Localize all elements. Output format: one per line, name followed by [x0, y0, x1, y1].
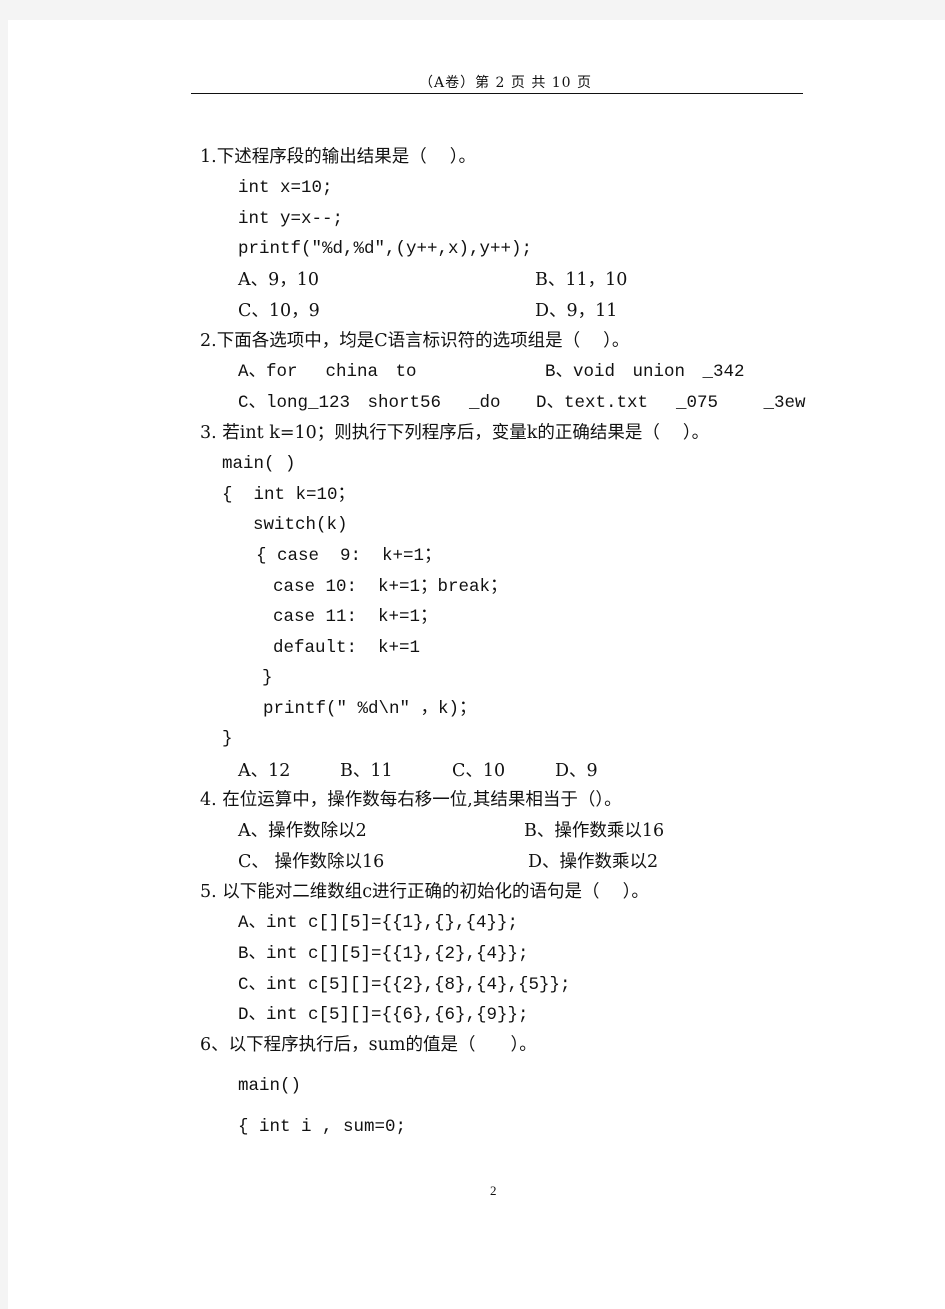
question-1-code-line: printf("%d,%d",(y++,x),y++); [238, 239, 533, 259]
question-3-option-c: C、10 [452, 761, 506, 781]
question-2-option-c: C、long_123 short56 _do [238, 393, 501, 413]
question-5-option-d: D、int c[5][]={{6},{6},{9}}; [238, 1005, 529, 1025]
question-3-code-line: { case 9: k+=1； [256, 546, 442, 566]
page-header: （A卷）第 2 页 共 10 页 [418, 75, 593, 91]
question-3-code-line: printf(" %d\n" ，k)； [263, 699, 477, 719]
header-divider [191, 93, 803, 94]
question-1-option-b: B、11，10 [535, 270, 628, 290]
question-3-stem: 3. 若int k=10；则执行下列程序后，变量k的正确结果是（ ）。 [200, 423, 710, 443]
question-3-code-line: case 10: k+=1；break； [273, 577, 508, 597]
question-4-stem: 4. 在位运算中，操作数每右移一位,其结果相当于（）。 [200, 790, 622, 810]
question-3-code-line: main( ) [222, 454, 296, 474]
question-3-code-line: } [262, 668, 273, 688]
question-3-code-line: switch(k) [253, 515, 348, 535]
question-4-option-a: A、操作数除以2 [238, 821, 367, 841]
question-1-option-a: A、9，10 [238, 270, 320, 290]
question-3-option-b: B、11 [340, 761, 393, 781]
question-3-code-line: { int k=10； [222, 485, 356, 505]
question-4-option-d: D、操作数乘以2 [528, 852, 659, 872]
question-2-stem: 2.下面各选项中，均是C语言标识符的选项组是（ ）。 [200, 331, 630, 351]
question-3-code-line: case 11: k+=1； [273, 607, 438, 627]
question-6-code-line: main() [238, 1076, 302, 1096]
question-2-option-a: A、for china to [238, 362, 417, 382]
page-number: 2 [490, 1183, 497, 1198]
question-1-option-c: C、10，9 [238, 301, 320, 321]
question-1-code-line: int x=10; [238, 178, 333, 198]
question-1-option-d: D、9，11 [535, 301, 618, 321]
question-5-stem: 5. 以下能对二维数组c进行正确的初始化的语句是（ ）。 [200, 882, 649, 902]
question-3-option-d: D、9 [555, 761, 598, 781]
question-1-stem: 1.下述程序段的输出结果是（ ）。 [200, 147, 477, 167]
question-5-option-c: C、int c[5][]={{2},{8},{4},{5}}; [238, 975, 571, 995]
question-6-stem: 6、以下程序执行后，sum的值是（ ）。 [200, 1035, 537, 1055]
question-3-code-line: } [222, 729, 233, 749]
question-1-code-line: int y=x--; [238, 209, 344, 229]
question-3-option-a: A、12 [238, 761, 291, 781]
document-page [8, 20, 945, 1309]
question-5-option-b: B、int c[][5]={{1},{2},{4}}; [238, 944, 529, 964]
question-4-option-b: B、操作数乘以16 [524, 821, 665, 841]
question-2-option-b: B、void union _342 [545, 362, 745, 382]
question-4-option-c: C、 操作数除以16 [238, 852, 385, 872]
question-5-option-a: A、int c[][5]={{1},{},{4}}; [238, 913, 519, 933]
question-6-code-line: { int i , sum=0; [238, 1117, 407, 1137]
question-2-option-d: D、text.txt _075 _3ew [536, 393, 806, 413]
question-3-code-line: default: k+=1 [273, 638, 421, 658]
